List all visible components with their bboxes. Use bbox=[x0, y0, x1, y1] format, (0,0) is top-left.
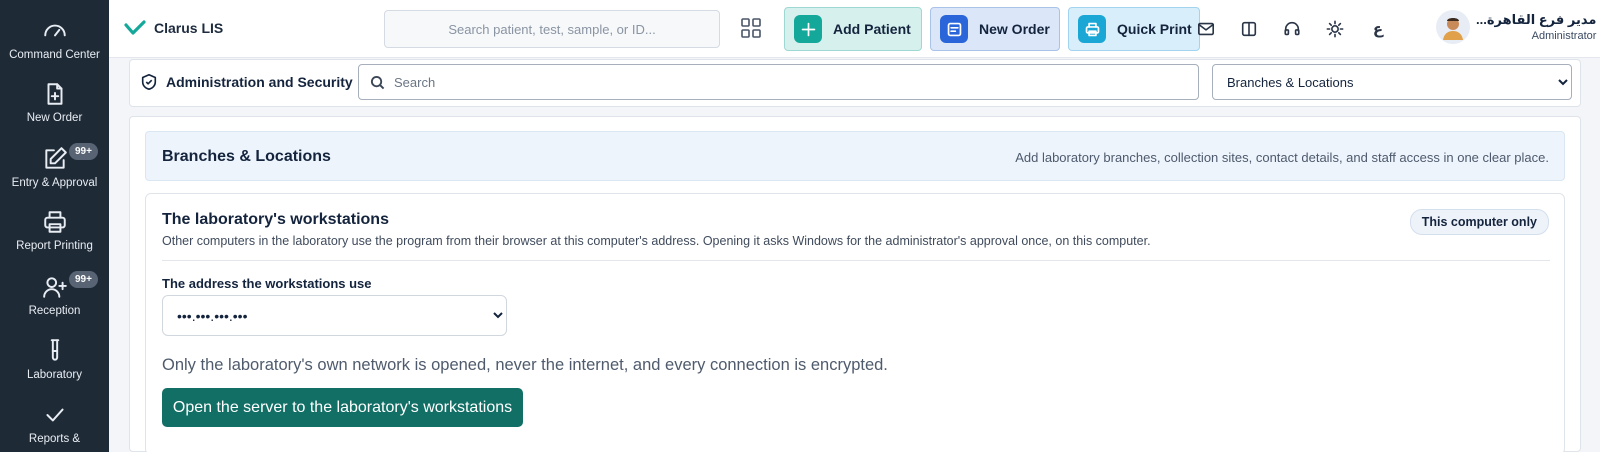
file-plus-icon bbox=[47, 83, 62, 105]
address-label: The address the workstations use bbox=[162, 276, 372, 291]
gauge-icon bbox=[43, 24, 66, 37]
new-order-label: New Order bbox=[979, 21, 1050, 37]
address-select[interactable]: •••.•••.•••.••• bbox=[162, 295, 507, 336]
sidebar-item-reception[interactable]: Reception 99+ bbox=[0, 271, 109, 317]
open-server-button[interactable]: Open the server to the laboratory's work… bbox=[162, 388, 523, 427]
sidebar: Command Center New Order Entry & Approva… bbox=[0, 0, 109, 452]
sun-icon bbox=[1326, 20, 1344, 38]
workstations-title: The laboratory's workstations bbox=[162, 211, 389, 228]
admin-section-select[interactable]: Branches & Locations bbox=[1212, 64, 1572, 100]
sidebar-item-label: Laboratory bbox=[27, 369, 82, 381]
sidebar-item-label: Reception bbox=[28, 305, 81, 317]
search-icon bbox=[370, 75, 385, 89]
workstations-description: Other computers in the laboratory use th… bbox=[162, 234, 1151, 248]
global-search-input[interactable] bbox=[384, 10, 720, 48]
sidebar-item-report-printing[interactable]: Report Printing bbox=[0, 209, 109, 252]
sidebar-item-label: Reports & bbox=[28, 433, 81, 445]
shield-check-icon bbox=[141, 73, 157, 91]
network-note: Only the laboratory's own network is ope… bbox=[162, 356, 888, 374]
workstations-card: The laboratory's workstations Other comp… bbox=[145, 193, 1565, 452]
sidebar-item-label: Command Center bbox=[9, 49, 100, 61]
admin-toolbar: Administration and Security Branches & L… bbox=[129, 59, 1581, 107]
sidebar-item-reports[interactable]: Reports & bbox=[0, 402, 109, 445]
user-info: مدير فرع القاهرة... Administrator bbox=[1476, 12, 1596, 42]
theme-toggle-button[interactable] bbox=[1323, 17, 1347, 41]
avatar bbox=[1436, 10, 1470, 44]
sidebar-item-entry-approval[interactable]: Entry & Approval 99+ bbox=[0, 143, 109, 189]
user-name: مدير فرع القاهرة... bbox=[1476, 12, 1597, 27]
check-icon bbox=[45, 408, 64, 422]
brand-name: Clarus LIS bbox=[154, 20, 224, 36]
logo-check-icon bbox=[124, 20, 146, 35]
divider bbox=[162, 260, 1550, 261]
user-role: Administrator bbox=[1531, 30, 1597, 42]
sidebar-item-label: New Order bbox=[26, 112, 83, 124]
apps-grid-button[interactable] bbox=[740, 17, 764, 41]
user-menu[interactable]: مدير فرع القاهرة... Administrator bbox=[1436, 10, 1596, 44]
language-toggle-button[interactable]: ع bbox=[1366, 17, 1390, 41]
section-header: Branches & Locations Add laboratory bran… bbox=[145, 131, 1565, 181]
add-patient-button[interactable]: Add Patient bbox=[784, 7, 922, 51]
main-content: Branches & Locations Add laboratory bran… bbox=[129, 116, 1581, 452]
section-description: Add laboratory branches, collection site… bbox=[1015, 150, 1549, 165]
sidebar-item-laboratory[interactable]: Laboratory bbox=[0, 338, 109, 381]
admin-search-field[interactable] bbox=[358, 64, 1199, 100]
printer-icon bbox=[43, 211, 66, 233]
user-plus-icon bbox=[42, 277, 67, 298]
new-order-button[interactable]: New Order bbox=[930, 7, 1060, 51]
top-header: Clarus LIS Add Patient New Order Quick P… bbox=[109, 0, 1600, 58]
headset-icon bbox=[1284, 21, 1300, 36]
plus-icon bbox=[794, 15, 822, 43]
quick-print-label: Quick Print bbox=[1117, 21, 1192, 37]
printer-icon bbox=[1078, 15, 1106, 43]
order-form-icon bbox=[940, 15, 968, 43]
notification-badge: 99+ bbox=[69, 143, 98, 160]
user-avatar-icon bbox=[1443, 18, 1463, 40]
admin-title-label: Administration and Security bbox=[166, 74, 353, 90]
sidebar-item-label: Entry & Approval bbox=[11, 177, 98, 189]
quick-print-button[interactable]: Quick Print bbox=[1068, 7, 1200, 51]
notification-badge: 99+ bbox=[69, 271, 98, 288]
brand[interactable]: Clarus LIS bbox=[124, 19, 223, 37]
section-title: Branches & Locations bbox=[162, 148, 331, 165]
status-badge: This computer only bbox=[1409, 209, 1549, 235]
mail-icon bbox=[1197, 22, 1215, 36]
sidebar-item-label: Report Printing bbox=[16, 240, 93, 252]
support-button[interactable] bbox=[1280, 17, 1304, 41]
add-patient-label: Add Patient bbox=[833, 21, 911, 37]
admin-section-title: Administration and Security bbox=[140, 73, 353, 91]
sidebar-item-command-center[interactable]: Command Center bbox=[0, 18, 109, 61]
edit-icon bbox=[44, 147, 67, 169]
columns-icon bbox=[1241, 21, 1257, 37]
split-view-button[interactable] bbox=[1237, 17, 1261, 41]
messages-button[interactable] bbox=[1194, 17, 1218, 41]
sidebar-item-new-order[interactable]: New Order bbox=[0, 81, 109, 124]
test-tube-icon bbox=[50, 339, 59, 361]
admin-search-input[interactable] bbox=[394, 74, 1174, 90]
grid-icon bbox=[741, 18, 761, 38]
